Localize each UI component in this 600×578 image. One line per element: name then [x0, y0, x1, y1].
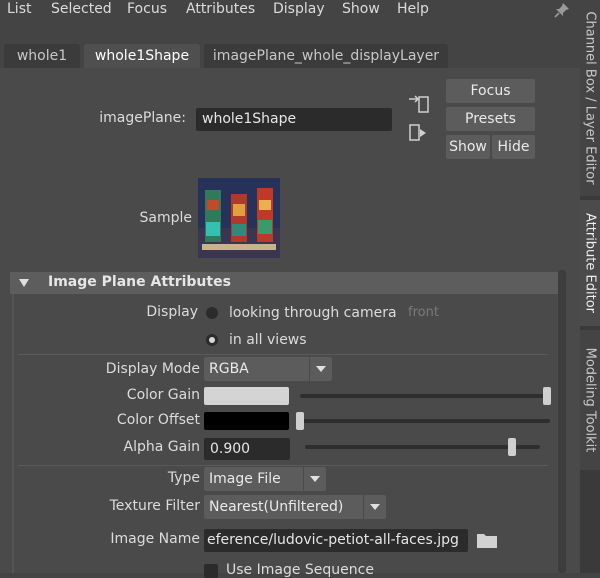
node-tabs: whole1 whole1Shape imagePlane_whole_disp…	[0, 44, 580, 69]
menu-attributes[interactable]: Attributes	[186, 1, 255, 17]
collapse-triangle-icon	[19, 279, 29, 287]
display-mode-value: RGBA	[209, 361, 249, 377]
type-value: Image File	[209, 471, 281, 487]
texture-filter-value: Nearest(Unfiltered)	[209, 499, 344, 515]
display-opt-camera-label: looking through camera	[229, 305, 397, 321]
scrollbar[interactable]	[558, 270, 566, 573]
menu-selected[interactable]: Selected	[51, 1, 112, 17]
color-offset-slider-thumb[interactable]	[296, 412, 304, 430]
imageplane-label: imagePlane:	[99, 110, 186, 126]
menu-bar: List Selected Focus Attributes Display S…	[0, 0, 580, 22]
display-radio-all-views[interactable]	[206, 334, 218, 346]
type-label: Type	[167, 470, 200, 486]
show-button[interactable]: Show	[446, 135, 490, 159]
image-name-label: Image Name	[110, 531, 200, 547]
chevron-down-icon	[363, 495, 386, 519]
sample-thumbnail	[198, 178, 280, 258]
divider	[18, 354, 548, 355]
color-offset-label: Color Offset	[116, 412, 200, 428]
tab-imageplane-display-layer[interactable]: imagePlane_whole_displayLayer	[204, 44, 448, 68]
folder-icon[interactable]	[476, 531, 498, 549]
side-tab-strip: Channel Box / Layer Editor Attribute Edi…	[580, 0, 600, 573]
pin-icon[interactable]	[554, 2, 570, 18]
alpha-gain-field[interactable]: 0.900	[204, 438, 290, 460]
divider	[18, 465, 548, 466]
color-offset-slider-track[interactable]	[300, 419, 550, 423]
type-dropdown[interactable]: Image File	[204, 467, 326, 491]
section-title: Image Plane Attributes	[48, 274, 231, 290]
alpha-gain-label: Alpha Gain	[123, 439, 200, 455]
chevron-down-icon	[309, 357, 332, 381]
alpha-gain-slider-track[interactable]	[305, 445, 540, 449]
presets-button[interactable]: Presets	[446, 107, 535, 131]
menu-focus[interactable]: Focus	[127, 1, 167, 17]
sample-label: Sample	[139, 210, 193, 226]
tab-whole1shape[interactable]: whole1Shape	[84, 44, 200, 69]
alpha-gain-slider-thumb[interactable]	[508, 438, 516, 456]
output-connection-icon[interactable]	[407, 123, 431, 143]
side-tab-label: Channel Box / Layer Editor	[582, 11, 598, 185]
image-name-field[interactable]: eference/ludovic-petiot-all-faces.jpg	[204, 529, 468, 552]
input-connection-icon[interactable]	[407, 95, 431, 115]
hide-button[interactable]: Hide	[492, 135, 535, 159]
menu-help[interactable]: Help	[397, 1, 429, 17]
imageplane-field[interactable]: whole1Shape	[196, 108, 392, 131]
side-tab-label: Modeling Toolkit	[582, 347, 598, 453]
chevron-down-icon	[303, 467, 326, 491]
display-mode-label: Display Mode	[105, 361, 200, 377]
side-tab-modeling-toolkit[interactable]: Modeling Toolkit	[580, 330, 600, 470]
side-tab-channel-box[interactable]: Channel Box / Layer Editor	[580, 0, 600, 196]
color-offset-swatch[interactable]	[204, 412, 289, 430]
texture-filter-dropdown[interactable]: Nearest(Unfiltered)	[204, 495, 386, 519]
use-sequence-label: Use Image Sequence	[226, 562, 374, 578]
menu-show[interactable]: Show	[342, 1, 380, 17]
display-opt-all-views-label: in all views	[229, 332, 307, 348]
tab-whole1[interactable]: whole1	[4, 44, 80, 68]
display-radio-camera[interactable]	[206, 307, 218, 319]
section-guide	[12, 294, 14, 573]
texture-filter-label: Texture Filter	[109, 498, 200, 514]
focus-button[interactable]: Focus	[446, 79, 535, 103]
menu-display[interactable]: Display	[273, 1, 325, 17]
section-header[interactable]: Image Plane Attributes	[10, 272, 558, 294]
display-camera-name: front	[408, 305, 439, 320]
menu-list[interactable]: List	[7, 1, 31, 17]
use-sequence-checkbox[interactable]	[204, 564, 218, 578]
side-tab-attribute-editor[interactable]: Attribute Editor	[580, 200, 600, 326]
side-tab-label: Attribute Editor	[582, 212, 598, 314]
color-gain-swatch[interactable]	[204, 387, 289, 405]
color-gain-slider-track[interactable]	[300, 394, 550, 398]
color-gain-label: Color Gain	[126, 387, 200, 403]
display-label: Display	[146, 304, 198, 320]
display-mode-dropdown[interactable]: RGBA	[204, 357, 332, 381]
color-gain-slider-thumb[interactable]	[543, 387, 551, 405]
